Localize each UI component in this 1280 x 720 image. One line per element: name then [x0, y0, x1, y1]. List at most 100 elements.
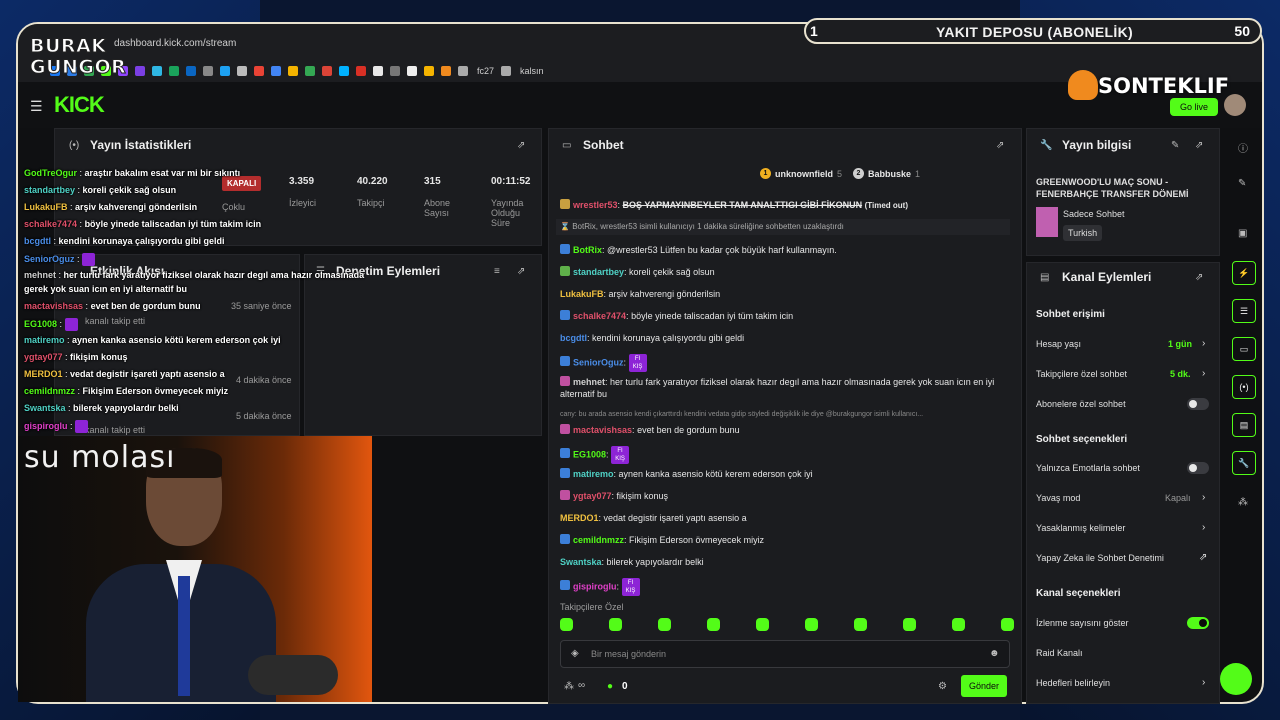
chat-message[interactable]: bcgdtl: kendini korunaya çalışıyordu gib… [560, 332, 1010, 344]
info-icon[interactable]: ⓘ [1238, 140, 1248, 155]
chat-input[interactable]: ◈ Bir mesaj gönderin ☻ [560, 640, 1010, 668]
banned-words-label[interactable]: Yasaklanmış kelimeler [1036, 523, 1125, 533]
emote-icon[interactable] [658, 618, 671, 631]
chat-message[interactable]: EG1008: FI KIŞ [560, 446, 1010, 464]
chat-message[interactable]: SeniorOguz: FI KIŞ [560, 354, 1010, 372]
chat-username[interactable]: Swantska [560, 557, 602, 567]
bookmark-icon[interactable] [441, 66, 451, 76]
popout-icon[interactable]: ⇗ [1195, 140, 1203, 151]
popout-icon[interactable]: ⇗ [996, 140, 1004, 151]
emote-icon[interactable] [1001, 618, 1014, 631]
send-button[interactable]: Gönder [961, 675, 1008, 697]
chat-username[interactable]: cemildnmzz [573, 535, 624, 545]
emoji-icon[interactable]: ☻ [989, 648, 1000, 659]
chat-username[interactable]: wrestler53 [573, 200, 618, 210]
chat-message[interactable]: LukakuFB: arşiv kahverengi gönderilsin [560, 288, 1010, 300]
gear-icon[interactable]: ⚙ [938, 681, 947, 692]
chevron-right-icon[interactable]: › [1202, 492, 1205, 503]
bookmark-icon[interactable] [424, 66, 434, 76]
chat-message[interactable]: matiremo: aynen kanka asensio kötü kerem… [560, 468, 1010, 480]
card-icon[interactable]: ▣ [1238, 228, 1247, 239]
go-live-button[interactable]: Go live [1169, 98, 1218, 116]
emote-icon[interactable] [805, 618, 818, 631]
bolt-icon[interactable]: ⚡ [1232, 261, 1256, 285]
chevron-right-icon[interactable]: › [1202, 368, 1205, 379]
popout-icon[interactable]: ⇗ [517, 140, 525, 151]
edit-icon[interactable]: ✎ [1171, 140, 1179, 151]
leaderboard-item[interactable]: 2 Babbuske 1 [853, 168, 920, 179]
menu-icon[interactable]: ☰ [30, 98, 43, 115]
chat-icon[interactable]: ▭ [1232, 337, 1256, 361]
chat-message[interactable]: wrestler53: BOŞ YAPMAYINBEYLER TAM ANALT… [560, 199, 1010, 212]
chat-username[interactable]: bcgdtl [560, 333, 587, 343]
chat-username[interactable]: mehnet [573, 377, 605, 387]
bookmark-icon[interactable] [390, 66, 400, 76]
chat-message[interactable]: mehnet: her turlu fark yaratıyor fizikse… [560, 376, 1010, 400]
ai-moderation-label[interactable]: Yapay Zeka ile Sohbet Denetimi [1036, 553, 1164, 563]
chat-message[interactable]: Swantska: bilerek yapıyolardır belki [560, 556, 1010, 568]
emote-icon[interactable] [952, 618, 965, 631]
emote-icon[interactable] [609, 618, 622, 631]
broadcast-icon[interactable]: (•) [1232, 375, 1256, 399]
chat-message[interactable]: schalke7474: böyle yinede taliscadan iyi… [560, 310, 1010, 322]
bookmark-icon[interactable] [305, 66, 315, 76]
chat-username[interactable]: schalke7474 [573, 311, 626, 321]
wrench-icon[interactable]: 🔧 [1232, 451, 1256, 475]
emote-icon[interactable] [560, 618, 573, 631]
chat-message[interactable]: standartbey: koreli çekik sağ olsun [560, 266, 1010, 278]
goals-label[interactable]: Hedefleri belirleyin [1036, 678, 1110, 688]
leaderboard-item[interactable]: 1 unknownfield 5 [760, 168, 842, 179]
chevron-right-icon[interactable]: › [1202, 522, 1205, 533]
users-icon[interactable]: ⁂ [564, 681, 574, 692]
chat-message[interactable]: MERDO1: vedat degistir işareti yaptı ase… [560, 512, 1010, 524]
chevron-right-icon[interactable]: › [1202, 677, 1205, 688]
chat-message[interactable]: cemildnmzz: Fikişim Ederson övmeyecek mi… [560, 534, 1010, 546]
emotes-only-toggle[interactable] [1187, 462, 1209, 474]
chat-message[interactable]: BotRix: @wrestler53 Lütfen bu kadar çok … [560, 244, 1010, 256]
bookmark-icon[interactable] [237, 66, 247, 76]
bookmark-icon[interactable] [271, 66, 281, 76]
bookmark-icon[interactable] [356, 66, 366, 76]
bookmark-icon[interactable] [288, 66, 298, 76]
chat-username[interactable]: SeniorOguz [573, 357, 624, 367]
bookmark-icon[interactable] [407, 66, 417, 76]
chevron-right-icon[interactable]: › [1202, 338, 1205, 349]
bookmark-icon[interactable] [254, 66, 264, 76]
bookmark-icon[interactable] [322, 66, 332, 76]
chat-message[interactable]: mactavishsas: evet ben de gordum bunu [560, 424, 1010, 436]
chat-username[interactable]: ygtay077 [573, 491, 612, 501]
bookmark-icon[interactable] [373, 66, 383, 76]
show-viewers-toggle[interactable] [1187, 617, 1209, 629]
bookmark-folder[interactable]: fc27 [477, 66, 494, 76]
raid-label[interactable]: Raid Kanalı [1036, 648, 1083, 658]
kick-logo[interactable]: KICK [54, 92, 105, 118]
subs-only-toggle[interactable] [1187, 398, 1209, 410]
followers-only-chat-label[interactable]: Takipçilere özel sohbet [1036, 369, 1127, 379]
stack-icon[interactable]: ▤ [1232, 413, 1256, 437]
list-icon[interactable]: ☰ [1232, 299, 1256, 323]
external-link-icon[interactable]: ⇗ [1199, 552, 1207, 563]
emote-icon[interactable] [707, 618, 720, 631]
chat-username[interactable]: gispiroglu [573, 581, 617, 591]
chat-username[interactable]: mactavishsas [573, 425, 632, 435]
slow-mode-label[interactable]: Yavaş mod [1036, 493, 1080, 503]
bookmark-icon[interactable] [169, 66, 179, 76]
bookmark-icon[interactable] [220, 66, 230, 76]
account-age-label[interactable]: Hesap yaşı [1036, 339, 1081, 349]
pencil-icon[interactable]: ✎ [1238, 178, 1246, 189]
bookmark-icon[interactable] [203, 66, 213, 76]
support-button[interactable] [1220, 663, 1252, 695]
bookmark-icon[interactable] [186, 66, 196, 76]
bookmark-icon[interactable] [339, 66, 349, 76]
chat-username[interactable]: BotRix [573, 245, 602, 255]
filter-icon[interactable]: ≡ [494, 266, 500, 277]
users-icon[interactable]: ⁂ [1238, 497, 1248, 508]
emote-icon[interactable] [903, 618, 916, 631]
bookmark-folder[interactable]: kalsın [520, 66, 544, 76]
emote-icon[interactable] [854, 618, 867, 631]
chat-username[interactable]: standartbey [573, 267, 624, 277]
bookmark-icon[interactable] [135, 66, 145, 76]
bookmark-icon[interactable] [152, 66, 162, 76]
popout-icon[interactable]: ⇗ [517, 266, 525, 277]
chat-username[interactable]: MERDO1 [560, 513, 599, 523]
